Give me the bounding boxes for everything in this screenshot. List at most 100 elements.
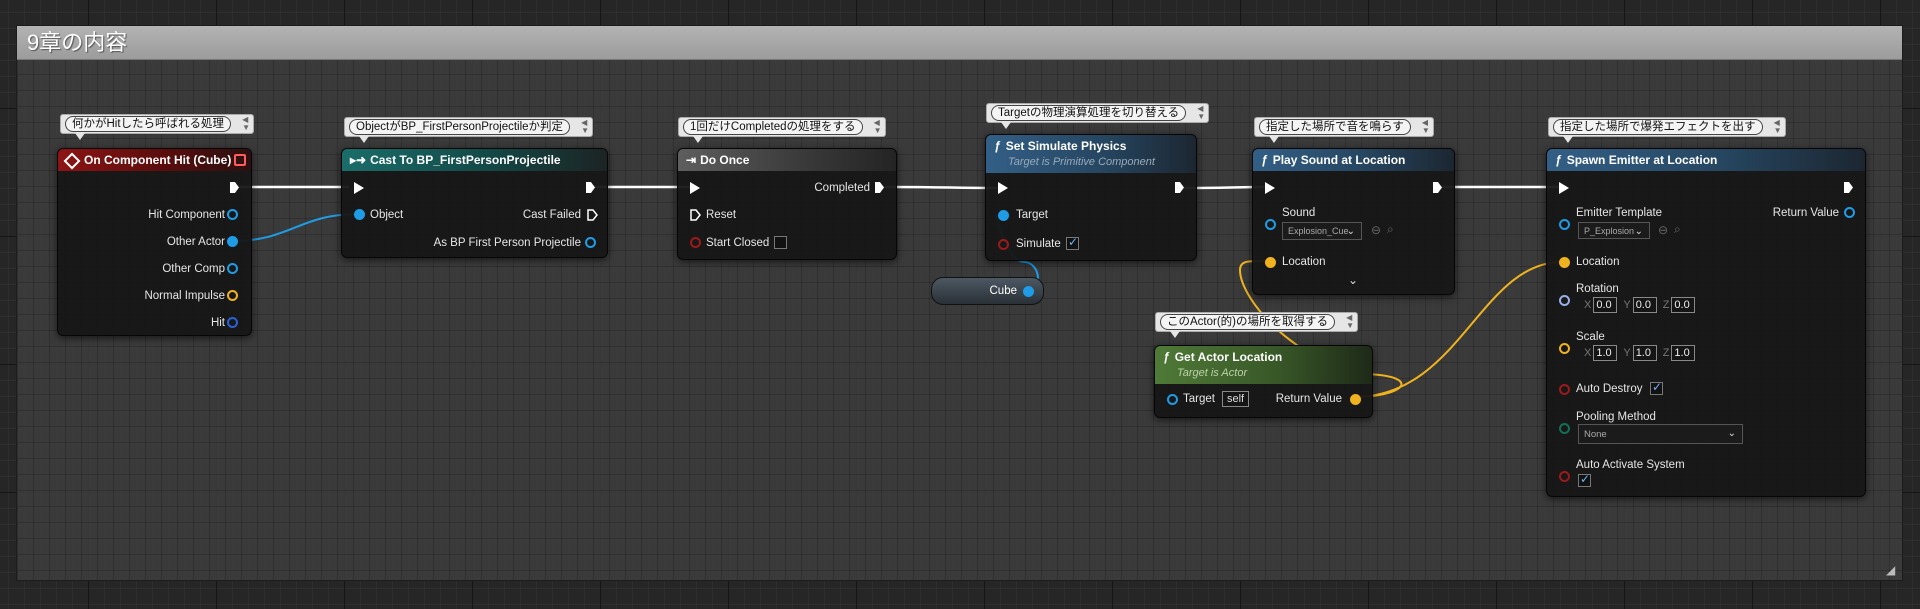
axis-label: Y [1623, 299, 1631, 311]
auto-activate-pin[interactable] [1559, 471, 1570, 482]
pin-toggle-icon[interactable]: ◀ ▼ [1422, 119, 1430, 135]
exec-in-pin[interactable] [1265, 182, 1275, 194]
other-actor-pin[interactable] [227, 236, 238, 247]
return-value-pin[interactable] [1844, 207, 1855, 218]
search-icon[interactable]: ⌕ [1387, 222, 1394, 237]
set-simulate-physics-node[interactable]: ƒ Set Simulate Physics Target is Primitiv… [985, 134, 1197, 261]
sound-asset-dropdown[interactable]: Explosion_Cue ⌄ [1282, 222, 1362, 240]
start-closed-pin[interactable] [690, 237, 701, 248]
exec-out-pin[interactable] [1175, 182, 1184, 193]
get-actor-location-node[interactable]: ƒ Get Actor Location Target is Actor Targ… [1154, 345, 1373, 418]
pooling-method-pin[interactable] [1559, 423, 1570, 434]
search-icon[interactable]: ⌕ [1674, 222, 1681, 237]
exec-out-pin[interactable] [875, 182, 884, 193]
exec-in-pin[interactable] [354, 182, 364, 194]
normal-impulse-pin[interactable] [227, 290, 238, 301]
pin-toggle-icon[interactable]: ◀ ▼ [874, 119, 882, 135]
scale-z-input[interactable]: 1.0 [1671, 345, 1696, 361]
axis-label: X [1584, 347, 1592, 359]
do-once-node[interactable]: ⇥ Do Once Completed Reset Start Closed [677, 148, 897, 260]
pin-toggle-icon[interactable]: ◀ ▼ [242, 116, 250, 132]
node-header[interactable]: ƒ Play Sound at Location [1253, 149, 1454, 171]
exec-wire [882, 185, 1001, 190]
pin-toggle-icon[interactable]: ◀ ▼ [1197, 105, 1205, 121]
comment-bubble[interactable]: 1回だけCompletedの処理をする ◀ ▼ [678, 117, 886, 143]
exec-in-pin[interactable] [998, 182, 1008, 194]
rotation-pin[interactable] [1559, 295, 1570, 306]
node-header[interactable]: ⇥ Do Once [678, 149, 896, 171]
location-pin[interactable] [1265, 257, 1276, 268]
emitter-template-pin[interactable] [1559, 219, 1570, 230]
emitter-template-dropdown[interactable]: P_Explosion ⌄ [1578, 222, 1650, 239]
object-pin[interactable] [354, 209, 365, 220]
node-header[interactable]: ƒ Set Simulate Physics Target is Primitiv… [986, 135, 1196, 173]
rotation-x-input[interactable]: 0.0 [1593, 297, 1618, 313]
return-value-pin[interactable] [1350, 394, 1361, 405]
hit-pin[interactable] [227, 317, 238, 328]
hit-component-pin[interactable] [227, 209, 238, 220]
pin-label: Auto Destroy [1576, 383, 1643, 395]
exec-in-pin[interactable] [1559, 182, 1569, 194]
cast-failed-pin[interactable] [587, 209, 598, 221]
delegate-icon[interactable] [234, 154, 246, 166]
scale-y-input[interactable]: 1.0 [1632, 345, 1657, 361]
simulate-pin[interactable] [998, 239, 1009, 250]
pin-label: Target [1183, 393, 1215, 405]
location-pin[interactable] [1559, 257, 1570, 268]
node-title: Get Actor Location [1174, 350, 1283, 364]
comment-bubble[interactable]: このActor(的)の場所を取得する ◀ ▼ [1155, 312, 1358, 338]
exec-in-pin[interactable] [690, 182, 700, 194]
target-pin[interactable] [998, 210, 1009, 221]
node-title: Do Once [700, 153, 750, 167]
browse-icon[interactable]: ⊖ [1658, 223, 1668, 237]
spawn-emitter-node[interactable]: ƒ Spawn Emitter at Location Emitter Templ… [1546, 148, 1866, 497]
cube-variable-node[interactable]: Cube [931, 277, 1044, 305]
auto-destroy-checkbox[interactable] [1650, 380, 1663, 395]
pin-toggle-icon[interactable]: ◀ ▼ [1346, 314, 1354, 330]
axis-label: Y [1623, 347, 1631, 359]
auto-destroy-pin[interactable] [1559, 384, 1570, 395]
dropdown-value: Explosion_Cue [1288, 226, 1349, 236]
rotation-y-input[interactable]: 0.0 [1632, 297, 1657, 313]
scale-vector-field[interactable]: X 1.0 Y 1.0 Z 1.0 [1584, 345, 1701, 361]
variable-label: Cube [989, 285, 1018, 297]
on-component-hit-node[interactable]: On Component Hit (Cube) Hit Component Ot… [57, 148, 252, 336]
comment-bubble[interactable]: 何かがHitしたら呼ばれる処理 ◀ ▼ [60, 114, 255, 140]
comment-bubble-text: Targetの物理演算処理を切り替える [991, 105, 1187, 121]
node-header[interactable]: On Component Hit (Cube) [58, 149, 251, 171]
pooling-method-dropdown[interactable]: None ⌄ [1578, 424, 1743, 444]
exec-out-pin[interactable] [586, 182, 595, 193]
browse-icon[interactable]: ⊖ [1371, 223, 1381, 237]
comment-bubble[interactable]: 指定した場所で爆発エフェクトを出す ◀ ▼ [1548, 117, 1786, 143]
cube-out-pin[interactable] [1023, 286, 1034, 297]
node-header[interactable]: ƒ Get Actor Location Target is Actor [1155, 346, 1372, 384]
other-comp-pin[interactable] [227, 263, 238, 274]
comment-bubble[interactable]: Targetの物理演算処理を切り替える ◀ ▼ [986, 103, 1210, 129]
rotation-z-input[interactable]: 0.0 [1671, 297, 1696, 313]
target-self-field[interactable]: self [1222, 391, 1250, 407]
node-header[interactable]: ▸➜ Cast To BP_FirstPersonProjectile [342, 149, 607, 171]
node-header[interactable]: ƒ Spawn Emitter at Location [1547, 149, 1865, 171]
scale-pin[interactable] [1559, 343, 1570, 354]
comment-bubble[interactable]: 指定した場所で音を鳴らす ◀ ▼ [1254, 117, 1434, 143]
exec-out-pin[interactable] [1433, 182, 1442, 193]
chevron-down-icon[interactable]: ⌄ [1348, 273, 1358, 287]
reset-pin[interactable] [690, 209, 701, 221]
target-pin[interactable] [1167, 394, 1178, 405]
pin-label: Object [370, 209, 404, 221]
exec-out-pin[interactable] [230, 182, 239, 193]
rotation-vector-field[interactable]: X 0.0 Y 0.0 Z 0.0 [1584, 297, 1701, 313]
cast-node[interactable]: ▸➜ Cast To BP_FirstPersonProjectile Objec… [341, 148, 608, 258]
pin-toggle-icon[interactable]: ◀ ▼ [581, 119, 589, 135]
auto-activate-checkbox[interactable] [1578, 472, 1591, 487]
comment-bubble[interactable]: ObjectがBP_FirstPersonProjectileか判定 ◀ ▼ [344, 117, 594, 143]
scale-x-input[interactable]: 1.0 [1593, 345, 1618, 361]
as-projectile-pin[interactable] [585, 237, 596, 248]
play-sound-node[interactable]: ƒ Play Sound at Location Sound Explosion_… [1252, 148, 1455, 295]
sound-pin[interactable] [1265, 219, 1276, 230]
pin-toggle-icon[interactable]: ◀ ▼ [1774, 119, 1782, 135]
start-closed-checkbox[interactable] [774, 236, 787, 249]
cast-icon: ▸➜ [350, 153, 367, 167]
exec-out-pin[interactable] [1844, 182, 1853, 193]
simulate-checkbox[interactable] [1066, 235, 1079, 250]
